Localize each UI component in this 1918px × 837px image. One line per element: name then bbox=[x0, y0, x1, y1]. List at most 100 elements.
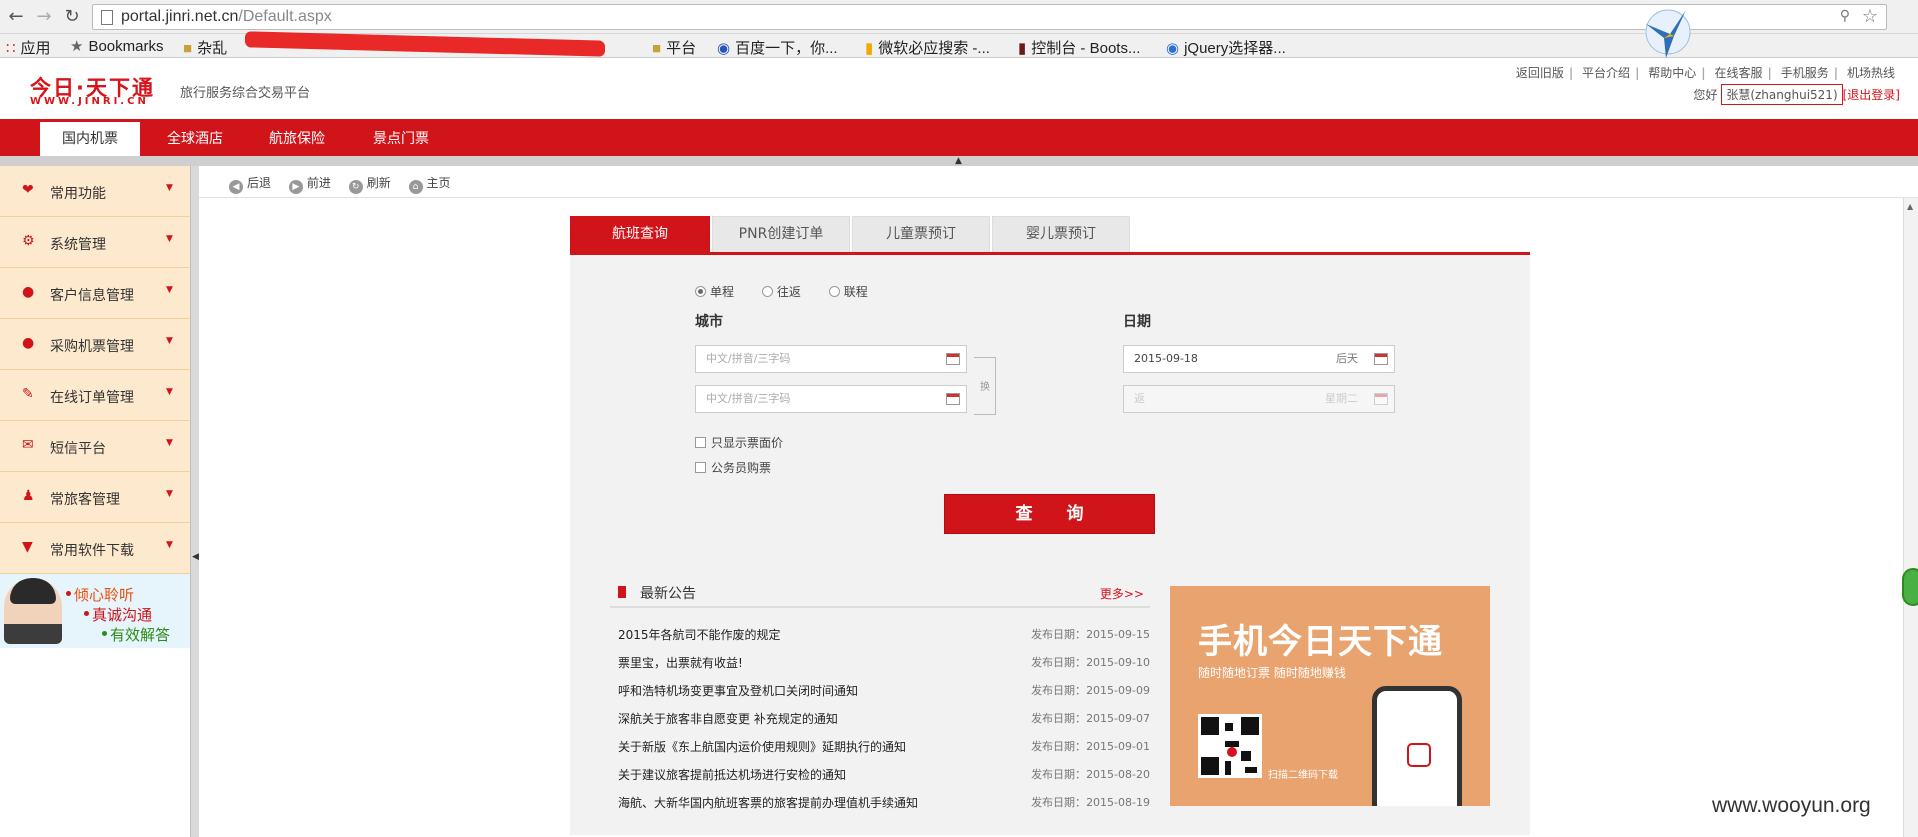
collapse-left-icon[interactable]: ◀ bbox=[192, 552, 199, 562]
trip-type-radios: 单程 往返 联程 bbox=[695, 283, 892, 300]
departure-city-placeholder: 中文/拼音/三字码 bbox=[706, 352, 791, 365]
announcement-row[interactable]: 深航关于旅客非自愿变更 补充规定的通知 发布日期：2015-09-07 bbox=[618, 710, 1150, 730]
divider: | bbox=[1833, 66, 1839, 80]
more-announcements-link[interactable]: 更多>> bbox=[1100, 585, 1144, 602]
collapse-up-icon[interactable]: ▲ bbox=[955, 156, 962, 166]
sidebar-item-label: 常用软件下载 bbox=[50, 543, 134, 559]
bookmark-label: 平台 bbox=[666, 40, 697, 57]
announcement-row[interactable]: 票里宝，出票就有收益! 发布日期：2015-09-10 bbox=[618, 654, 1150, 674]
link-online-service[interactable]: 在线客服 bbox=[1710, 66, 1768, 80]
browser-back-icon[interactable]: ← bbox=[4, 5, 28, 29]
bookmark-baidu[interactable]: ◉ 百度一下，你... bbox=[717, 37, 838, 58]
logout-link[interactable]: [退出登录] bbox=[1843, 88, 1900, 102]
announcement-title[interactable]: 2015年各航司不能作废的规定 bbox=[618, 626, 781, 643]
nav-collapse-bar[interactable]: ▲ bbox=[0, 156, 1918, 166]
bookmark-bookmarks[interactable]: ★ Bookmarks bbox=[70, 37, 163, 55]
sidebar-item-orders[interactable]: ✎ 在线订单管理 ▼ bbox=[0, 370, 190, 421]
announcement-title[interactable]: 关于建议旅客提前抵达机场进行安检的通知 bbox=[618, 766, 846, 783]
link-platform-intro[interactable]: 平台介绍 bbox=[1577, 66, 1635, 80]
chevron-down-icon: ▼ bbox=[166, 387, 173, 397]
browser-forward-icon[interactable]: → bbox=[32, 5, 56, 29]
radio-one-way[interactable]: 单程 bbox=[695, 283, 734, 300]
announcement-title[interactable]: 关于新版《东上航国内运价使用规则》延期执行的通知 bbox=[618, 738, 906, 755]
radio-multi-city[interactable]: 联程 bbox=[828, 283, 868, 300]
username[interactable]: 张慧(zhanghui521) bbox=[1721, 84, 1843, 105]
bookmark-bing[interactable]: ▮ 微软必应搜索 -... bbox=[865, 37, 990, 58]
tab-flight-search[interactable]: 航班查询 bbox=[570, 216, 710, 252]
departure-city-input[interactable]: 中文/拼音/三字码 bbox=[695, 345, 967, 373]
announcement-row[interactable]: 关于建议旅客提前抵达机场进行安检的通知 发布日期：2015-08-20 bbox=[618, 766, 1150, 786]
link-airport-hotline[interactable]: 机场热线 bbox=[1842, 66, 1900, 80]
address-bar[interactable]: portal.jinri.net.cn/Default.aspx ⚲ ☆ bbox=[92, 4, 1887, 30]
link-mobile-service[interactable]: 手机服务 bbox=[1776, 66, 1834, 80]
sidebar-item-frequent-travelers[interactable]: ♟ 常旅客管理 ▼ bbox=[0, 472, 190, 523]
announcement-row[interactable]: 关于新版《东上航国内运价使用规则》延期执行的通知 发布日期：2015-09-01 bbox=[618, 738, 1150, 758]
tab-child-ticket[interactable]: 儿童票预订 bbox=[852, 216, 990, 252]
sidebar-item-purchase[interactable]: ● 采购机票管理 ▼ bbox=[0, 319, 190, 370]
scroll-up-icon[interactable]: ▲ bbox=[1907, 202, 1913, 211]
forward-button[interactable]: ▶ 前进 bbox=[288, 174, 331, 194]
return-date-placeholder: 返 bbox=[1134, 392, 1145, 405]
customer-service-banner[interactable]: 倾心聆听 真诚沟通 有效解答 bbox=[0, 574, 190, 648]
announcement-title[interactable]: 呼和浩特机场变更事宜及登机口关闭时间通知 bbox=[618, 682, 858, 699]
bookmark-bootstrap[interactable]: ▮ 控制台 - Boots... bbox=[1018, 37, 1140, 58]
link-help-center[interactable]: 帮助中心 bbox=[1643, 66, 1701, 80]
announcement-title[interactable]: 深航关于旅客非自愿变更 补充规定的通知 bbox=[618, 710, 838, 727]
key-icon[interactable]: ⚲ bbox=[1840, 8, 1850, 24]
content-scrollbar[interactable]: ▲ bbox=[1903, 198, 1918, 837]
announcement-row[interactable]: 呼和浩特机场变更事宜及登机口关闭时间通知 发布日期：2015-09-09 bbox=[618, 682, 1150, 702]
bookmark-star-icon[interactable]: ☆ bbox=[1862, 6, 1878, 27]
bullet bbox=[84, 611, 89, 616]
floating-service-button[interactable] bbox=[1902, 568, 1918, 606]
bookmark-label: 百度一下，你... bbox=[735, 40, 838, 57]
announcement-title[interactable]: 票里宝，出票就有收益! bbox=[618, 654, 743, 671]
search-button[interactable]: 查 询 bbox=[944, 494, 1155, 534]
announcement-row[interactable]: 2015年各航司不能作废的规定 发布日期：2015-09-15 bbox=[618, 626, 1150, 646]
announcement-row[interactable]: 海航、大新华国内航班客票的旅客提前办理值机手续通知 发布日期：2015-08-19 bbox=[618, 794, 1150, 814]
bullet bbox=[102, 631, 107, 636]
date-value: 2015-09-09 bbox=[1086, 684, 1150, 697]
app-logo-icon bbox=[1407, 743, 1431, 767]
mobile-app-promo[interactable]: 手机今日天下通 随时随地订票 随时随地赚钱 扫描二维码下载 bbox=[1170, 586, 1490, 806]
radio-round-trip[interactable]: 往返 bbox=[761, 283, 801, 300]
sidebar-item-downloads[interactable]: ▼ 常用软件下载 ▼ bbox=[0, 523, 190, 574]
announcements-header: 最新公告 更多>> bbox=[610, 580, 1150, 608]
back-button[interactable]: ◀ 后退 bbox=[229, 174, 271, 194]
nav-tab-domestic-flights[interactable]: 国内机票 bbox=[40, 122, 140, 156]
calendar-icon[interactable] bbox=[1374, 353, 1388, 365]
tab-infant-ticket[interactable]: 婴儿票预订 bbox=[992, 216, 1130, 252]
city-picker-icon[interactable] bbox=[946, 393, 960, 405]
announcement-title[interactable]: 海航、大新华国内航班客票的旅客提前办理值机手续通知 bbox=[618, 794, 918, 811]
refresh-button[interactable]: ↻ 刷新 bbox=[348, 174, 391, 194]
home-button[interactable]: ⌂ 主页 bbox=[408, 174, 451, 194]
arrival-city-input[interactable]: 中文/拼音/三字码 bbox=[695, 385, 967, 413]
site-logo-url: WWW.JINRI.CN bbox=[30, 96, 149, 107]
sidebar-splitter[interactable]: ◀ bbox=[190, 166, 199, 837]
city-picker-icon[interactable] bbox=[946, 353, 960, 365]
nav-tab-hotels[interactable]: 全球酒店 bbox=[150, 122, 240, 156]
departure-date-input[interactable]: 2015-09-18 后天 bbox=[1123, 345, 1395, 373]
sidebar-item-customers[interactable]: ● 客户信息管理 ▼ bbox=[0, 268, 190, 319]
link-old-version[interactable]: 返回旧版 bbox=[1511, 66, 1569, 80]
nav-tab-tickets[interactable]: 景点门票 bbox=[356, 122, 446, 156]
bookmark-folder-pingtai[interactable]: ■ 平台 bbox=[652, 37, 696, 58]
promo-scan-text: 扫描二维码下载 bbox=[1268, 770, 1338, 781]
tab-pnr-order[interactable]: PNR创建订单 bbox=[712, 216, 850, 252]
bookmark-jquery[interactable]: ◉ jQuery选择器... bbox=[1166, 37, 1286, 58]
browser-reload-icon[interactable]: ↻ bbox=[60, 5, 84, 29]
bookmark-label: 应用 bbox=[20, 40, 51, 57]
swap-cities-button[interactable]: 换 bbox=[974, 357, 996, 415]
banner-line-3: 有效解答 bbox=[110, 626, 171, 644]
sidebar-item-common[interactable]: ❤ 常用功能 ▼ bbox=[0, 166, 190, 217]
checkbox-civil-servant[interactable]: 公务员购票 bbox=[695, 459, 771, 476]
sidebar-item-sms[interactable]: ✉ 短信平台 ▼ bbox=[0, 421, 190, 472]
bookmark-apps[interactable]: ∷ 应用 bbox=[6, 37, 51, 58]
nav-tab-insurance[interactable]: 航旅保险 bbox=[252, 122, 342, 156]
bookmark-folder-zaluan[interactable]: ■ 杂乱 bbox=[183, 37, 227, 58]
back-icon: ◀ bbox=[229, 180, 243, 194]
date-prefix: 发布日期： bbox=[1031, 684, 1087, 697]
back-label: 后退 bbox=[247, 176, 272, 190]
sidebar-item-system[interactable]: ⚙ 系统管理 ▼ bbox=[0, 217, 190, 268]
promo-title: 手机今日天下通 bbox=[1198, 622, 1443, 662]
checkbox-face-price[interactable]: 只显示票面价 bbox=[695, 434, 783, 451]
